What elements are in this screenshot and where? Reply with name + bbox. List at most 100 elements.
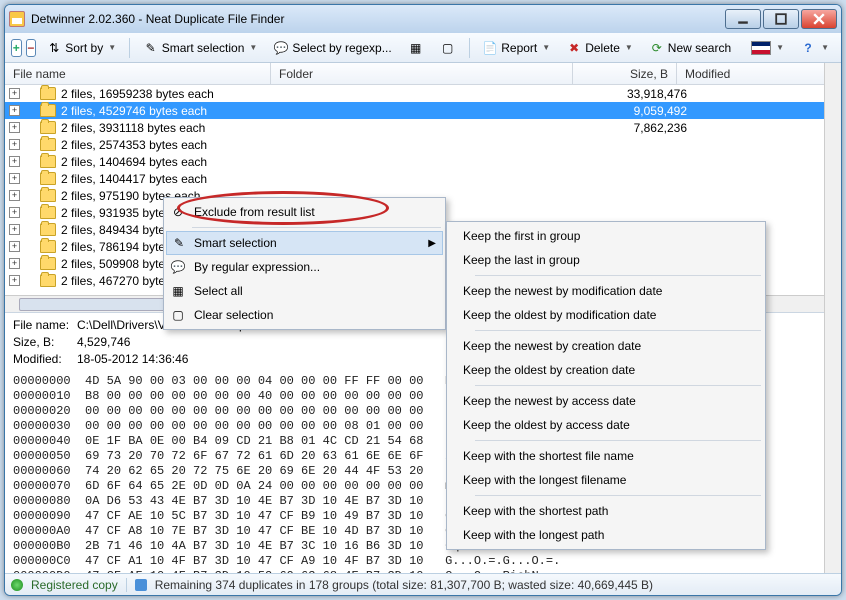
group-row[interactable]: +2 files, 2574353 bytes each	[5, 136, 841, 153]
client-area: File name Folder Size, B Modified +2 fil…	[5, 63, 841, 573]
col-size[interactable]: Size, B	[573, 63, 677, 84]
folder-icon	[40, 223, 56, 236]
vertical-scrollbar[interactable]	[824, 63, 841, 573]
group-row[interactable]: +2 files, 1404694 bytes each	[5, 153, 841, 170]
exclude-icon: ⊘	[170, 204, 186, 220]
new-search-button[interactable]: ⟳ New search	[643, 37, 737, 59]
menu-newest-mod[interactable]: Keep the newest by modification date	[449, 279, 763, 303]
detail-modified-label: Modified:	[13, 351, 77, 368]
select-regexp-button[interactable]: 💬 Select by regexp...	[267, 37, 397, 59]
menu-shortest-name[interactable]: Keep with the shortest file name	[449, 444, 763, 468]
col-filename[interactable]: File name	[5, 63, 271, 84]
maximize-button[interactable]	[763, 9, 799, 29]
folder-icon	[40, 121, 56, 134]
clear-selection-icon-button[interactable]: ▢	[434, 37, 462, 59]
report-icon: 📄	[482, 40, 498, 56]
chevron-down-icon: ▼	[776, 43, 784, 52]
app-icon	[9, 11, 25, 27]
folder-icon	[40, 257, 56, 270]
detail-size-label: Size, B:	[13, 334, 77, 351]
group-size: 7,862,236	[595, 121, 699, 135]
folder-icon	[40, 189, 56, 202]
col-modified[interactable]: Modified	[677, 63, 841, 84]
menu-longest-name[interactable]: Keep with the longest filename	[449, 468, 763, 492]
folder-icon	[40, 104, 56, 117]
sort-button[interactable]: ⇅ Sort by ▼	[40, 37, 122, 59]
group-row[interactable]: +2 files, 1404417 bytes each	[5, 170, 841, 187]
expander-icon[interactable]: +	[9, 156, 20, 167]
report-button[interactable]: 📄 Report ▼	[476, 37, 556, 59]
menu-select-all[interactable]: ▦ Select all	[166, 279, 443, 303]
menu-oldest-cre[interactable]: Keep the oldest by creation date	[449, 358, 763, 382]
column-headers: File name Folder Size, B Modified	[5, 63, 841, 85]
delete-button[interactable]: ✖ Delete ▼	[560, 37, 639, 59]
folder-icon	[40, 155, 56, 168]
folder-icon	[40, 138, 56, 151]
group-label: 2 files, 3931118 bytes each	[61, 121, 293, 135]
expander-icon[interactable]: +	[9, 258, 20, 269]
submenu-arrow-icon: ▶	[428, 238, 436, 249]
group-row[interactable]: +2 files, 4529746 bytes each 9,059,492	[5, 102, 841, 119]
expander-icon[interactable]: +	[9, 88, 20, 99]
status-registered: Registered copy	[31, 578, 118, 592]
group-row[interactable]: +2 files, 16959238 bytes each33,918,476	[5, 85, 841, 102]
menu-clear-selection[interactable]: ▢ Clear selection	[166, 303, 443, 327]
menu-smart-selection[interactable]: ✎ Smart selection ▶	[166, 231, 443, 255]
select-all-icon-button[interactable]: ▦	[402, 37, 430, 59]
menu-newest-acc[interactable]: Keep the newest by access date	[449, 389, 763, 413]
expander-icon[interactable]: +	[9, 139, 20, 150]
folder-icon	[40, 274, 56, 287]
menu-newest-cre[interactable]: Keep the newest by creation date	[449, 334, 763, 358]
group-label: 2 files, 4529746 bytes each	[61, 104, 293, 118]
sort-icon: ⇅	[46, 40, 62, 56]
group-label: 2 files, 16959238 bytes each	[61, 87, 293, 101]
expander-icon[interactable]: +	[9, 275, 20, 286]
expander-icon[interactable]: +	[9, 122, 20, 133]
group-label: 2 files, 1404417 bytes each	[61, 172, 293, 186]
help-button[interactable]: ?▼	[794, 37, 835, 59]
smart-selection-button[interactable]: ✎ Smart selection ▼	[137, 37, 264, 59]
menu-by-regex[interactable]: 💬 By regular expression...	[166, 255, 443, 279]
wand-icon: ✎	[171, 235, 187, 251]
delete-icon: ✖	[566, 40, 582, 56]
expander-icon[interactable]: +	[9, 105, 20, 116]
menu-exclude[interactable]: ⊘ Exclude from result list	[166, 200, 443, 224]
menu-oldest-mod[interactable]: Keep the oldest by modification date	[449, 303, 763, 327]
menu-separator	[475, 330, 761, 331]
menu-longest-path[interactable]: Keep with the longest path	[449, 523, 763, 547]
regex-icon: 💬	[273, 40, 289, 56]
chevron-down-icon: ▼	[108, 43, 116, 52]
minimize-button[interactable]	[725, 9, 761, 29]
col-folder[interactable]: Folder	[271, 63, 573, 84]
expander-icon[interactable]: +	[9, 190, 20, 201]
menu-shortest-path[interactable]: Keep with the shortest path	[449, 499, 763, 523]
expander-icon[interactable]: +	[9, 173, 20, 184]
expander-icon[interactable]: +	[9, 241, 20, 252]
language-button[interactable]: ▼	[745, 38, 790, 58]
close-button[interactable]	[801, 9, 837, 29]
expander-icon[interactable]: +	[9, 224, 20, 235]
menu-separator	[475, 495, 761, 496]
select-regexp-label: Select by regexp...	[292, 41, 391, 55]
status-info-icon	[135, 579, 147, 591]
menu-oldest-acc[interactable]: Keep the oldest by access date	[449, 413, 763, 437]
statusbar: Registered copy Remaining 374 duplicates…	[5, 573, 841, 595]
menu-keep-last[interactable]: Keep the last in group	[449, 248, 763, 272]
new-search-label: New search	[668, 41, 731, 55]
status-summary: Remaining 374 duplicates in 178 groups (…	[155, 578, 653, 592]
select-all-icon: ▦	[170, 283, 186, 299]
app-window: Detwinner 2.02.360 - Neat Duplicate File…	[4, 4, 842, 596]
detail-modified: 18-05-2012 14:36:46	[77, 352, 188, 366]
clear-icon: ▢	[170, 307, 186, 323]
context-menu: ⊘ Exclude from result list ✎ Smart selec…	[163, 197, 446, 330]
collapse-all-button[interactable]: −	[26, 39, 37, 57]
wand-icon: ✎	[143, 40, 159, 56]
detail-size: 4,529,746	[77, 335, 130, 349]
group-size: 9,059,492	[595, 104, 699, 118]
folder-icon	[40, 206, 56, 219]
expander-icon[interactable]: +	[9, 207, 20, 218]
status-ok-icon	[11, 579, 23, 591]
menu-keep-first[interactable]: Keep the first in group	[449, 224, 763, 248]
expand-all-button[interactable]: +	[11, 39, 22, 57]
group-row[interactable]: +2 files, 3931118 bytes each 7,862,236	[5, 119, 841, 136]
